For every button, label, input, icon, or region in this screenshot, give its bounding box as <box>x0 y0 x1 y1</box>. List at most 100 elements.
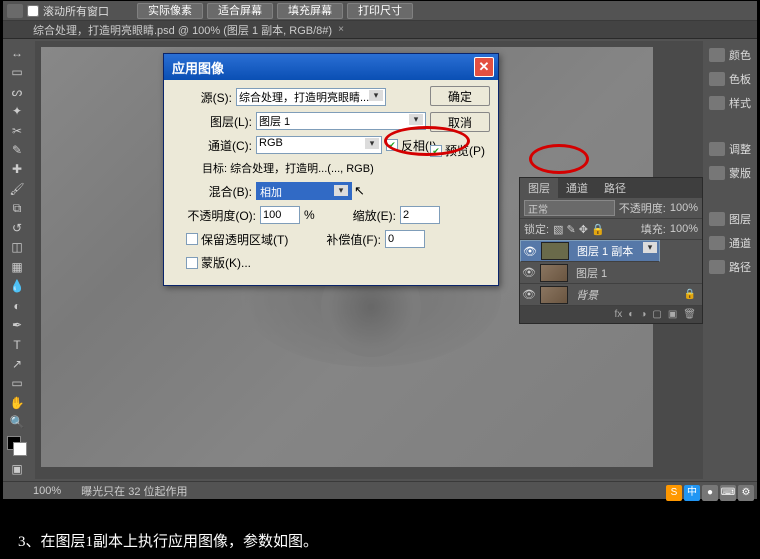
cancel-button[interactable]: 取消 <box>430 112 490 132</box>
document-tab-title[interactable]: 综合处理，打造明亮眼睛.psd @ 100% (图层 1 副本, RGB/8#) <box>33 22 332 38</box>
zoom-tool[interactable]: 🔍 <box>5 413 29 432</box>
eraser-tool[interactable]: ◫ <box>5 238 29 257</box>
offset-label: 补偿值(F): <box>326 231 381 248</box>
zoom-level[interactable]: 100% <box>33 485 61 497</box>
dock-layers[interactable]: 图层 <box>709 211 753 227</box>
opacity-input[interactable] <box>260 206 300 224</box>
gradient-tool[interactable]: ▦ <box>5 257 29 276</box>
new-layer-icon[interactable]: ▣ <box>668 309 677 320</box>
tab-channels[interactable]: 通道 <box>558 178 596 198</box>
blend-mode-select[interactable]: 正常 <box>524 200 615 216</box>
preview-label: 预览(P) <box>445 142 485 159</box>
ime-icon[interactable]: ● <box>702 485 718 501</box>
dodge-tool[interactable]: ◐ <box>5 296 29 315</box>
history-brush-tool[interactable]: ↺ <box>5 218 29 237</box>
layer-thumb <box>540 264 568 282</box>
target-value: 综合处理，打造明...(..., RGB) <box>230 163 374 175</box>
brush-tool[interactable]: 🖌 <box>5 179 29 198</box>
source-label: 源(S): <box>172 89 232 106</box>
pen-tool[interactable]: ✒ <box>5 315 29 334</box>
mask-label: 蒙版(K)... <box>201 254 251 271</box>
channel-select[interactable]: RGB <box>256 136 382 154</box>
scroll-all-label: 滚动所有窗口 <box>43 3 109 19</box>
layer-name: 图层 1 副本 <box>573 243 657 259</box>
ime-icon[interactable]: ⌨ <box>720 485 736 501</box>
source-select[interactable]: 综合处理，打造明亮眼睛... <box>236 88 386 106</box>
layers-panel: 图层 通道 路径 正常 不透明度: 100% 锁定: ▧ ✎ ✥ 🔒 填充: 1… <box>519 177 703 324</box>
eyedropper-tool[interactable]: ✎ <box>5 140 29 159</box>
layer-thumb <box>540 286 568 304</box>
fit-screen-button[interactable]: 适合屏幕 <box>207 3 273 19</box>
visibility-icon[interactable]: 👁 <box>522 288 536 301</box>
type-tool[interactable]: T <box>5 335 29 354</box>
mask-icon[interactable]: ◐ <box>628 309 634 320</box>
opacity-label: 不透明度(O): <box>172 207 256 224</box>
close-tab-icon[interactable]: × <box>338 24 344 35</box>
cursor-icon: ↖ <box>354 183 365 199</box>
trash-icon[interactable]: 🗑 <box>683 309 696 320</box>
lock-icons[interactable]: ▧ ✎ ✥ 🔒 <box>553 223 605 236</box>
fill-label: 填充: <box>641 221 666 237</box>
healing-tool[interactable]: ✚ <box>5 160 29 179</box>
fill-screen-button[interactable]: 填充屏幕 <box>277 3 343 19</box>
ok-button[interactable]: 确定 <box>430 86 490 106</box>
actual-pixels-button[interactable]: 实际像素 <box>137 3 203 19</box>
layer-select[interactable]: 图层 1 <box>256 112 426 130</box>
percent-label: % <box>304 208 315 222</box>
folder-icon[interactable]: ▢ <box>652 309 661 320</box>
scroll-all-checkbox[interactable] <box>27 5 39 17</box>
color-swatch[interactable] <box>7 436 27 455</box>
target-label: 目标: <box>202 163 227 175</box>
dock-adjust[interactable]: 调整 <box>709 141 753 157</box>
visibility-icon[interactable]: 👁 <box>522 266 536 279</box>
marquee-tool[interactable]: ▭ <box>5 62 29 81</box>
preserve-checkbox[interactable] <box>186 233 198 245</box>
toolbox: ↔ ▭ ᔕ ✦ ✂ ✎ ✚ 🖌 ⧉ ↺ ◫ ▦ 💧 ◐ ✒ T ↗ ▭ ✋ 🔍 … <box>3 41 31 481</box>
ime-icon[interactable]: 中 <box>684 485 700 501</box>
wand-tool[interactable]: ✦ <box>5 101 29 120</box>
shape-tool[interactable]: ▭ <box>5 374 29 393</box>
move-tool[interactable]: ↔ <box>5 43 29 62</box>
scale-label: 缩放(E): <box>353 207 396 224</box>
close-icon[interactable]: ✕ <box>474 57 494 77</box>
dock-channels[interactable]: 通道 <box>709 235 753 251</box>
offset-input[interactable] <box>385 230 425 248</box>
crop-tool[interactable]: ✂ <box>5 121 29 140</box>
layer-name: 背景 <box>572 287 680 303</box>
preview-checkbox[interactable]: ✔ <box>430 145 442 157</box>
adjust-icon[interactable]: ◑ <box>640 309 646 320</box>
lasso-tool[interactable]: ᔕ <box>5 82 29 101</box>
blend-select[interactable]: 相加 <box>256 182 352 200</box>
ime-icon[interactable]: S <box>666 485 682 501</box>
hand-tool[interactable]: ✋ <box>5 393 29 412</box>
options-flyout[interactable] <box>7 4 23 18</box>
blend-label: 混合(B): <box>192 183 252 200</box>
dock-swatches[interactable]: 色板 <box>709 71 753 87</box>
layer-item[interactable]: 👁 图层 1 副本 <box>520 240 660 262</box>
quickmask-toggle[interactable]: ▣ <box>5 460 29 479</box>
layer-item[interactable]: 👁 背景 🔒 <box>520 284 702 306</box>
dock-paths[interactable]: 路径 <box>709 259 753 275</box>
tab-layers[interactable]: 图层 <box>520 178 558 198</box>
dock-color[interactable]: 颜色 <box>709 47 753 63</box>
dock-masks[interactable]: 蒙版 <box>709 165 753 181</box>
opacity-value: 100% <box>670 202 698 214</box>
stamp-tool[interactable]: ⧉ <box>5 199 29 218</box>
path-tool[interactable]: ↗ <box>5 354 29 373</box>
dialog-title: 应用图像 <box>172 58 224 77</box>
invert-checkbox[interactable]: ✔ <box>386 139 398 151</box>
dock-styles[interactable]: 样式 <box>709 95 753 111</box>
tab-paths[interactable]: 路径 <box>596 178 634 198</box>
layer-item[interactable]: 👁 图层 1 <box>520 262 702 284</box>
visibility-icon[interactable]: 👁 <box>523 245 537 258</box>
layer-name: 图层 1 <box>572 265 700 281</box>
layer-label: 图层(L): <box>192 113 252 130</box>
ime-icon[interactable]: ⚙ <box>738 485 754 501</box>
status-info: 曝光只在 32 位起作用 <box>81 483 187 499</box>
print-size-button[interactable]: 打印尺寸 <box>347 3 413 19</box>
blur-tool[interactable]: 💧 <box>5 276 29 295</box>
scale-input[interactable] <box>400 206 440 224</box>
mask-checkbox[interactable] <box>186 257 198 269</box>
opacity-label: 不透明度: <box>619 200 666 216</box>
fx-icon[interactable]: fx <box>615 309 623 320</box>
